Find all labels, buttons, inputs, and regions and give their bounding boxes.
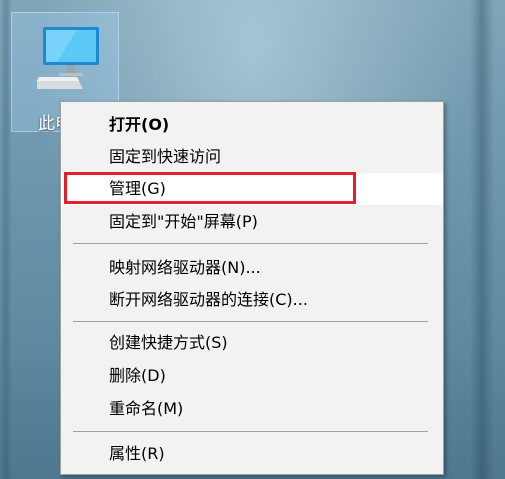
- menu-item-pin-quick-access[interactable]: 固定到快速访问: [61, 141, 443, 173]
- menu-item-delete[interactable]: 删除(D): [61, 360, 443, 392]
- menu-separator: [73, 431, 428, 432]
- menu-item-properties[interactable]: 属性(R): [61, 438, 443, 470]
- context-menu: 打开(O) 固定到快速访问 管理(G) 固定到"开始"屏幕(P) 映射网络驱动器…: [60, 101, 444, 475]
- menu-item-rename[interactable]: 重命名(M): [61, 393, 443, 425]
- menu-item-pin-start[interactable]: 固定到"开始"屏幕(P): [61, 206, 443, 238]
- menu-item-map-network-drive[interactable]: 映射网络驱动器(N)...: [61, 252, 443, 284]
- menu-item-open[interactable]: 打开(O): [61, 109, 443, 141]
- this-pc-icon: [37, 27, 99, 89]
- menu-separator: [73, 243, 428, 244]
- annotation-highlight-box: [64, 172, 356, 204]
- menu-separator: [73, 321, 428, 322]
- menu-item-disconnect-network-drive[interactable]: 断开网络驱动器的连接(C)...: [61, 284, 443, 316]
- menu-item-create-shortcut[interactable]: 创建快捷方式(S): [61, 327, 443, 359]
